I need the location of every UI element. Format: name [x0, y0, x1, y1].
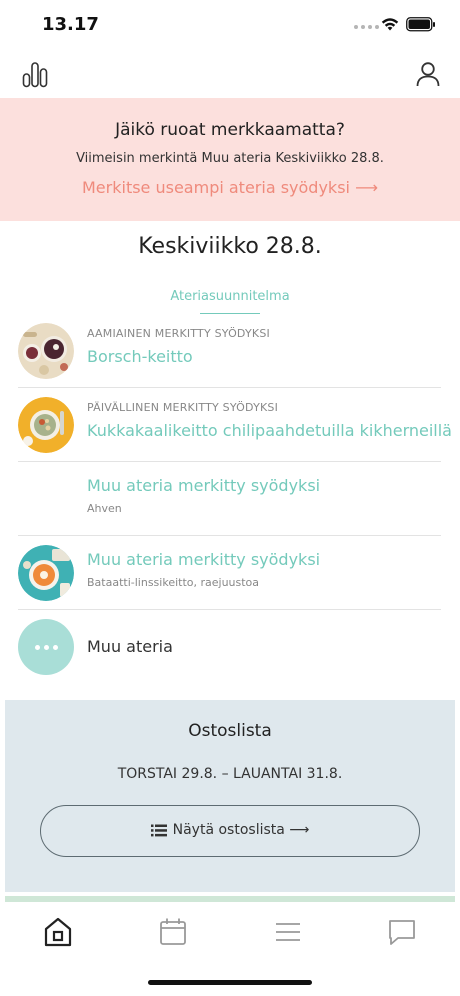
- status-time: 13.17: [42, 14, 99, 35]
- show-shopping-list-button[interactable]: Näytä ostoslista ⟶: [40, 805, 420, 857]
- meal-name: Muu ateria merkitty syödyksi: [87, 476, 321, 495]
- add-other-meal-item[interactable]: Muu ateria: [18, 610, 441, 684]
- meal-image-sweet-potato-soup: [18, 545, 74, 601]
- calendar-icon[interactable]: [157, 916, 189, 948]
- home-icon[interactable]: [42, 916, 74, 948]
- meal-status: AAMIAINEN MERKITTY SYÖDYKSI: [87, 327, 270, 340]
- meal-item-dinner[interactable]: PÄIVÄLLINEN MERKITTY SYÖDYKSI Kukkakaali…: [18, 388, 452, 462]
- profile-icon[interactable]: [414, 60, 442, 88]
- banner-title: Jäikö ruoat merkkaamatta?: [115, 120, 345, 140]
- stats-icon[interactable]: [22, 60, 48, 88]
- list-icon: [150, 824, 167, 836]
- meal-item-other-ahven[interactable]: Muu ateria merkitty syödyksi Ahven: [18, 462, 441, 536]
- meal-description: Ahven: [87, 502, 122, 515]
- next-card-edge: [5, 896, 455, 902]
- meal-name: Muu ateria merkitty syödyksi: [87, 550, 321, 569]
- tab-bar: [0, 904, 460, 964]
- banner-text: Viimeisin merkintä Muu ateria Keskiviikk…: [76, 151, 384, 166]
- mark-meals-link[interactable]: Merkitse useampi ateria syödyksi ⟶: [0, 178, 460, 197]
- status-bar: 13.17: [0, 0, 460, 50]
- meal-description: Bataatti-linssikeitto, raejuustoa: [87, 576, 260, 589]
- show-shopping-list-label: Näytä ostoslista ⟶: [172, 822, 310, 838]
- meal-item-other-soup[interactable]: Muu ateria merkitty syödyksi Bataatti-li…: [18, 536, 441, 610]
- home-indicator: [148, 980, 312, 985]
- meal-item-breakfast[interactable]: AAMIAINEN MERKITTY SYÖDYKSI Borsch-keitt…: [18, 314, 441, 388]
- meal-status: PÄIVÄLLINEN MERKITTY SYÖDYKSI: [87, 401, 279, 414]
- meal-name: Kukkakaalikeitto chilipaahdetuilla kikhe…: [87, 421, 452, 440]
- meal-image-borsch: [18, 323, 74, 379]
- shopping-list-title: Ostoslista: [188, 721, 272, 741]
- date-heading: Keskiviikko 28.8.: [138, 234, 322, 259]
- wifi-icon: [381, 18, 399, 31]
- meal-image-cauliflower-soup: [18, 397, 74, 453]
- meal-name: Borsch-keitto: [87, 347, 193, 366]
- battery-icon: [406, 17, 435, 32]
- more-icon: [18, 619, 74, 675]
- unlogged-meals-banner: Jäikö ruoat merkkaamatta? Viimeisin merk…: [0, 98, 460, 221]
- menu-icon[interactable]: [272, 916, 304, 948]
- shopping-list-card: Ostoslista TORSTAI 29.8. – LAUANTAI 31.8…: [5, 700, 455, 892]
- meal-name: Muu ateria: [87, 637, 173, 656]
- chat-icon[interactable]: [386, 916, 418, 948]
- app-header: [0, 52, 460, 98]
- meal-plan-tab[interactable]: Ateriasuunnitelma: [0, 289, 460, 304]
- shopping-list-dates: TORSTAI 29.8. – LAUANTAI 31.8.: [117, 766, 343, 782]
- meal-list: AAMIAINEN MERKITTY SYÖDYKSI Borsch-keitt…: [18, 314, 452, 684]
- signal-dots-icon: [354, 25, 379, 29]
